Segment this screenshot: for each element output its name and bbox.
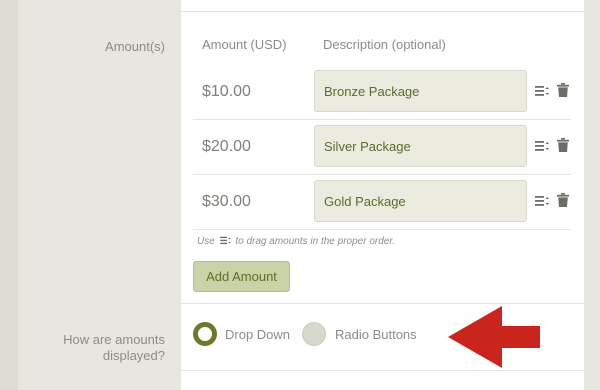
hint-prefix: Use <box>197 236 215 247</box>
description-input[interactable] <box>314 180 527 222</box>
trash-icon[interactable] <box>557 83 569 97</box>
section-divider <box>181 370 584 371</box>
description-input[interactable] <box>314 125 527 167</box>
left-gutter <box>0 0 18 390</box>
amount-value[interactable]: $10.00 <box>202 83 251 101</box>
drop-down-radio[interactable] <box>193 322 217 346</box>
trash-icon[interactable] <box>557 138 569 152</box>
radio-buttons-radio[interactable] <box>302 322 326 346</box>
display-mode-label-line2: displayed? <box>102 348 165 363</box>
row-divider <box>193 119 571 120</box>
display-mode-label-line1: How are amounts <box>63 332 165 347</box>
drag-handle-icon[interactable] <box>535 85 549 97</box>
drop-down-label[interactable]: Drop Down <box>225 327 290 342</box>
section-divider <box>181 303 584 304</box>
radio-buttons-label[interactable]: Radio Buttons <box>335 327 417 342</box>
right-gutter <box>584 0 600 390</box>
red-arrow-left-icon <box>448 306 540 368</box>
description-input[interactable] <box>314 70 527 112</box>
trash-icon[interactable] <box>557 193 569 207</box>
drag-handle-icon[interactable] <box>535 140 549 152</box>
amount-column-header: Amount (USD) <box>202 37 287 52</box>
amount-value[interactable]: $30.00 <box>202 193 251 211</box>
description-column-header: Description (optional) <box>323 37 446 52</box>
row-divider <box>193 229 571 230</box>
add-amount-button[interactable]: Add Amount <box>193 261 290 292</box>
drag-handle-icon[interactable] <box>535 195 549 207</box>
row-divider <box>193 174 571 175</box>
display-mode-label: How are amounts displayed? <box>40 332 165 364</box>
amount-value[interactable]: $20.00 <box>202 138 251 156</box>
section-divider <box>181 11 584 12</box>
drag-hint-text: Use to drag amounts in the proper order. <box>197 236 395 247</box>
hint-suffix: to drag amounts in the proper order. <box>235 236 396 247</box>
amounts-label: Amount(s) <box>105 39 165 54</box>
drag-handle-icon <box>219 236 231 245</box>
